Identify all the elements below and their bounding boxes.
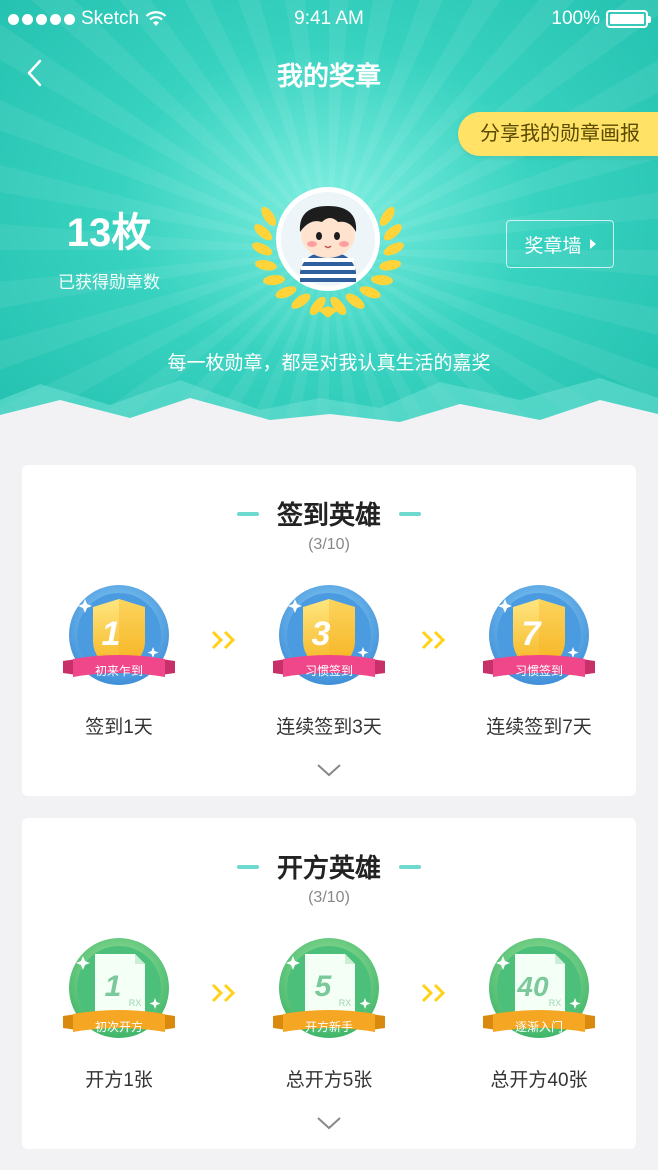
- badge-prescription-40[interactable]: 40 RX 逐渐入门: [479, 938, 599, 1048]
- mountain-decoration: [0, 378, 658, 450]
- title-dash-right: [399, 511, 421, 516]
- badge-number: 7: [522, 615, 543, 653]
- chevron-right-icon: [589, 239, 596, 249]
- badge-caption: 开方1张: [85, 1070, 153, 1091]
- title-dash-left: [236, 511, 259, 516]
- badge-number: 3: [312, 615, 331, 653]
- double-chevron-icon: [211, 983, 236, 1003]
- double-chevron-icon: [211, 630, 236, 650]
- badge-rx-label: RX: [129, 998, 142, 1008]
- badge-checkin-7[interactable]: 7 习惯签到: [479, 585, 599, 695]
- chevron-down-icon[interactable]: [314, 761, 344, 779]
- badge-ribbon-label: 习惯签到: [305, 663, 353, 678]
- badge-prescription-5[interactable]: 5 RX 开方新手: [269, 938, 389, 1048]
- badge-rx-label: RX: [339, 998, 352, 1008]
- section-progress: (3/10): [308, 889, 350, 906]
- medal-wall-button[interactable]: 奖章墙: [506, 220, 614, 268]
- badge-caption: 连续签到3天: [276, 717, 382, 738]
- battery-percent: 100%: [551, 8, 600, 29]
- avatar-laurel: [252, 187, 404, 318]
- medal-count: 13枚 已获得勋章数: [40, 200, 178, 293]
- section-title: 开方英雄: [22, 848, 636, 885]
- medal-count-label: 已获得勋章数: [58, 273, 160, 292]
- badge-checkin-3[interactable]: 3 习惯签到: [269, 585, 389, 695]
- double-chevron-icon: [421, 983, 446, 1003]
- chevron-down-icon[interactable]: [314, 1114, 344, 1132]
- share-poster-button[interactable]: 分享我的勋章画报: [458, 112, 658, 156]
- badge-ribbon-label: 逐渐入门: [515, 1019, 563, 1034]
- badge-ribbon-label: 开方新手: [305, 1019, 353, 1034]
- badge-caption: 总开方40张: [490, 1070, 588, 1091]
- section-title-text: 开方英雄: [276, 853, 381, 883]
- section-checkin-hero: 签到英雄 (3/10) 1 初来乍到 签到1天 3 习惯签到 连续签到3天 7 …: [22, 465, 636, 796]
- badge-number: 5: [315, 970, 333, 1003]
- medal-count-value: 13枚: [66, 211, 152, 255]
- badge-ribbon-label: 初来乍到: [95, 663, 143, 678]
- motto-text: 每一枚勋章，都是对我认真生活的嘉奖: [167, 353, 491, 374]
- badge-ribbon-label: 习惯签到: [515, 663, 563, 678]
- badge-prescription-1[interactable]: 1 RX 初次开方: [59, 938, 179, 1048]
- page-title: 我的奖章: [276, 61, 381, 91]
- badge-number: 40: [516, 971, 549, 1002]
- badge-rx-label: RX: [549, 998, 562, 1008]
- badge-caption: 总开方5张: [285, 1070, 373, 1091]
- badge-caption: 连续签到7天: [486, 717, 592, 738]
- section-prescription-hero: 开方英雄 (3/10) 1 RX 初次开方 开方1张 5 RX 开方新手 总开方…: [22, 818, 636, 1149]
- section-title-text: 签到英雄: [276, 500, 381, 530]
- double-chevron-icon: [421, 630, 446, 650]
- badge-caption: 签到1天: [85, 717, 153, 738]
- status-bar: Sketch 9:41 AM 100%: [0, 0, 658, 38]
- title-dash-right: [399, 864, 421, 869]
- badge-ribbon-label: 初次开方: [95, 1019, 143, 1034]
- title-dash-left: [236, 864, 259, 869]
- badge-checkin-1[interactable]: 1 初来乍到: [59, 585, 179, 695]
- avatar: [299, 206, 357, 282]
- badge-number: 1: [105, 970, 122, 1003]
- battery-icon: [606, 10, 651, 28]
- medal-wall-label: 奖章墙: [524, 235, 582, 257]
- section-progress: (3/10): [308, 536, 350, 553]
- section-title: 签到英雄: [22, 495, 636, 532]
- badge-number: 1: [102, 615, 121, 653]
